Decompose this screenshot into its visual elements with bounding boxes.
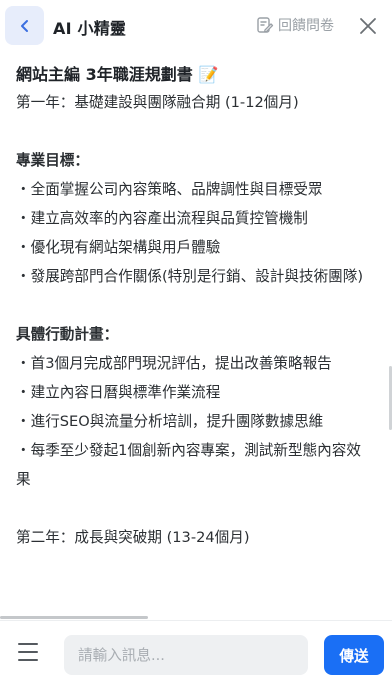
chevron-left-icon [20,19,28,32]
horizontal-scrollbar[interactable] [0,616,148,619]
edit-form-icon [257,17,274,33]
send-button[interactable]: 傳送 [324,635,384,675]
hamburger-icon-bar [18,651,38,653]
document-line: ・優化現有網站架構與用戶體驗 [16,239,221,256]
document-line: ・建立高效率的內容產出流程與品質控管機制 [16,210,308,227]
close-button[interactable] [355,13,381,39]
document-line: 第二年：成長與突破期 (13-24個月) [16,529,250,546]
memo-icon: 📝 [198,65,219,84]
feedback-survey-link[interactable]: 回饋問卷 [256,15,334,35]
back-button[interactable] [5,6,44,45]
message-content: 網站主編 3年職涯規劃書 📝 第一年：基礎建設與團隊融合期 (1-12個月) 專業… [0,52,392,618]
menu-button[interactable] [14,641,42,663]
document-line: 第一年：基礎建設與團隊融合期 (1-12個月) [16,94,299,111]
feedback-label: 回饋問卷 [278,18,334,34]
section-heading: 具體行動計畫： [16,326,119,343]
hamburger-icon-bar [18,643,38,645]
document-line: ・進行SEO與流量分析培訓，提升團隊數據思維 [16,413,324,430]
document-line: ・全面掌握公司內容策略、品牌調性與目標受眾 [16,181,323,198]
message-input[interactable] [64,635,308,675]
document-line: ・首3個月完成部門現況評估，提出改善策略報告 [16,355,332,372]
hamburger-icon-bar [18,659,38,661]
document-line: ・每季至少發起1個創新內容專案，測試新型態內容效果 [16,442,361,488]
app-header: AI 小精靈 回饋問卷 [0,0,392,52]
document-title: 網站主編 3年職涯規劃書 📝 [16,62,366,88]
section-heading: 專業目標： [16,152,89,169]
close-icon [360,18,376,34]
document-title-text: 網站主編 3年職涯規劃書 [16,65,193,84]
document-body: 第一年：基礎建設與團隊融合期 (1-12個月) 專業目標： ・全面掌握公司內容策略、… [16,88,366,552]
app-title: AI 小精靈 [53,19,127,38]
chat-footer: 傳送 [0,620,392,680]
document-line: ・發展跨部門合作關係(特別是行銷、設計與技術團隊) [16,268,364,285]
document-line: ・建立內容日曆與標準作業流程 [16,384,221,401]
career-plan-document: 網站主編 3年職涯規劃書 📝 第一年：基礎建設與團隊融合期 (1-12個月) 專業… [16,52,366,552]
